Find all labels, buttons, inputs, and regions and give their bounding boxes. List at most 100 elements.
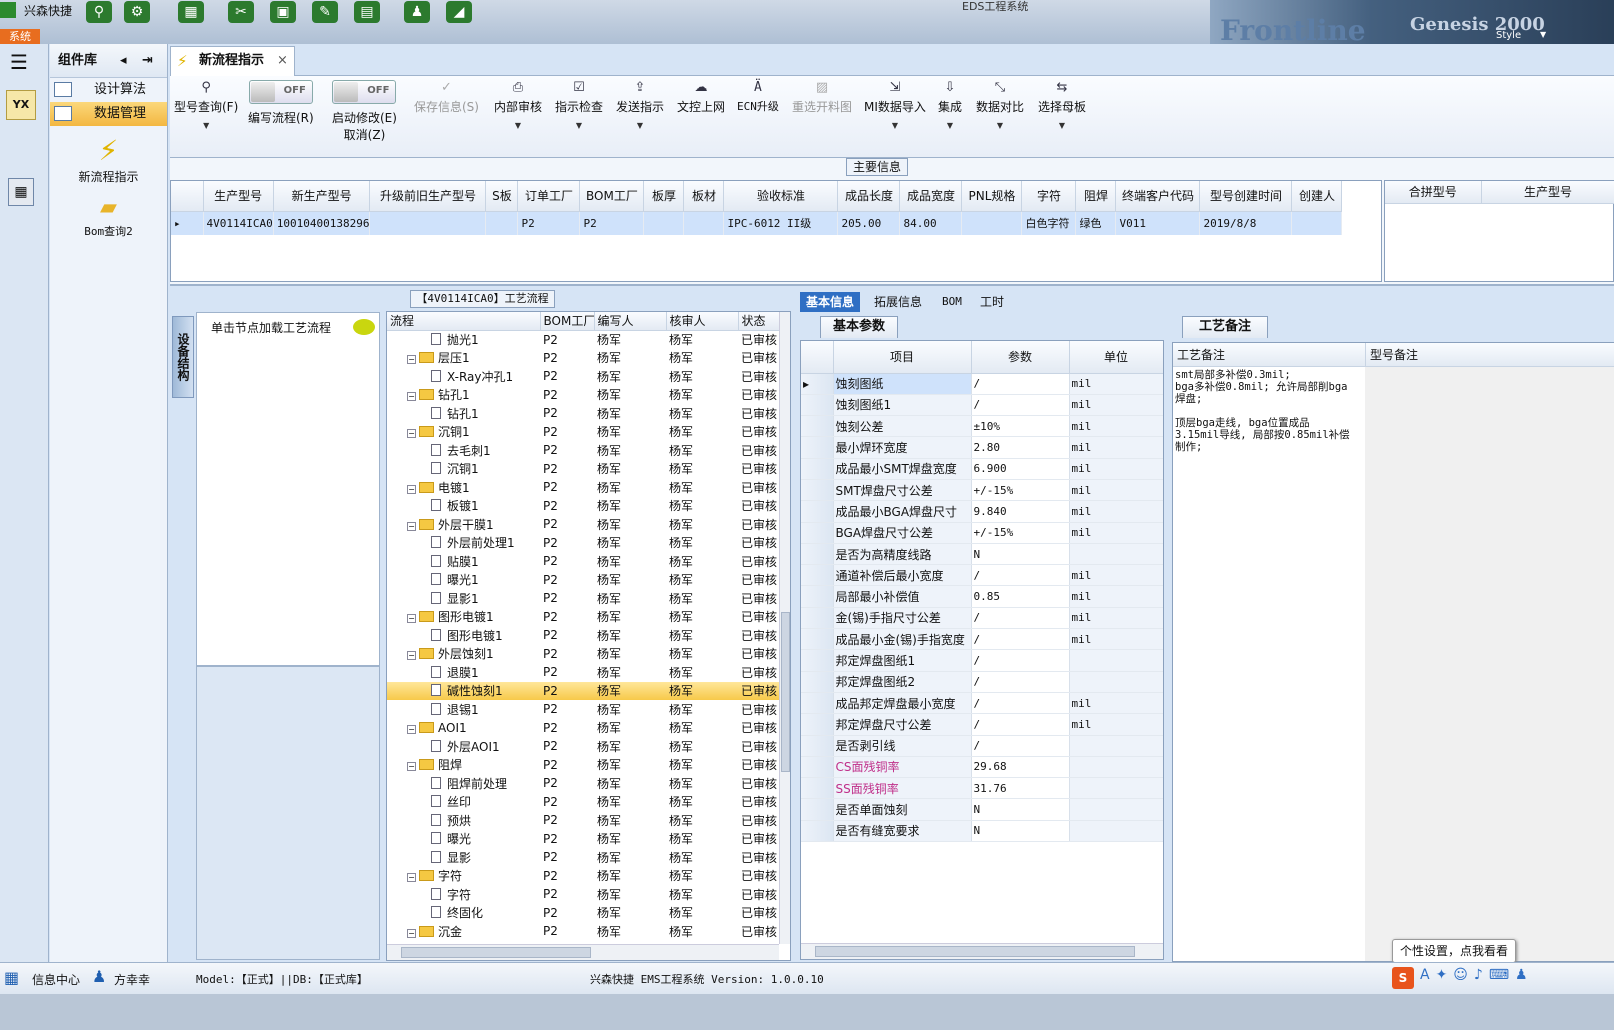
row-header[interactable] (801, 543, 834, 566)
param-row[interactable]: 成品最小金(锡)手指宽度 / mil (801, 628, 1163, 651)
flow-row[interactable]: 显影1 P2 杨军 杨军 已审核 (387, 589, 779, 608)
param-value[interactable]: 29.68 (971, 756, 1070, 779)
select-master-button[interactable]: ⇆ 选择母板 ▼ (1038, 80, 1086, 130)
flow-node[interactable]: − 图形电镀1 (387, 608, 540, 627)
row-header[interactable] (801, 479, 834, 502)
collapse-icon[interactable]: − (407, 651, 416, 661)
flow-row[interactable]: − 沉金 P2 杨军 杨军 已审核 (387, 922, 779, 941)
flow-node[interactable]: 贴膜1 (387, 552, 540, 571)
node-panel[interactable]: 单击节点加载工艺流程 (196, 312, 380, 666)
toggle-switch[interactable]: OFF (332, 80, 397, 104)
flow-row[interactable]: 抛光1 P2 杨军 杨军 已审核 (387, 330, 779, 349)
column-header[interactable]: 单位 (1069, 341, 1163, 374)
param-row[interactable]: 是否为高精度线路 N (801, 543, 1163, 566)
horizontal-scrollbar[interactable] (801, 943, 1163, 959)
integrate-button[interactable]: ⇩ 集成 ▼ (938, 80, 962, 130)
flow-row[interactable]: 丝印 P2 杨军 杨军 已审核 (387, 793, 779, 812)
flow-row[interactable]: 曝光1 P2 杨军 杨军 已审核 (387, 571, 779, 590)
mi-import-button[interactable]: ⇲ MI数据导入 ▼ (864, 80, 926, 130)
flow-node[interactable]: − 沉金 (387, 922, 540, 941)
row-header[interactable] (801, 649, 834, 672)
tab-bom[interactable]: BOM (936, 292, 968, 312)
tab-basic-info[interactable]: 基本信息 (800, 292, 861, 312)
params-tab[interactable]: 基本参数 (820, 316, 898, 338)
flow-row[interactable]: 贴膜1 P2 杨军 杨军 已审核 (387, 552, 779, 571)
scrollbar-thumb[interactable] (815, 946, 1135, 957)
column-header[interactable]: 成品长度 (837, 181, 901, 212)
info-center-link[interactable]: 信息中心 (32, 971, 80, 988)
user-icon[interactable]: ♟ (404, 1, 430, 23)
chevron-left-icon[interactable]: ◂ (120, 44, 127, 78)
param-value[interactable]: 2.80 (971, 436, 1070, 459)
flow-node[interactable]: 去毛刺1 (387, 441, 540, 460)
column-header[interactable]: 阻焊 (1075, 181, 1117, 212)
style-menu[interactable]: Style (1496, 30, 1521, 41)
scissors-icon[interactable]: ✂ (228, 1, 254, 23)
model-remark-area[interactable] (1365, 367, 1614, 961)
param-value[interactable]: / (971, 373, 1070, 395)
flow-row[interactable]: 外层前处理1 P2 杨军 杨军 已审核 (387, 534, 779, 553)
calculator-icon[interactable]: ▦ (8, 178, 34, 206)
param-value[interactable]: 6.900 (971, 458, 1070, 480)
flow-node[interactable]: 显影 (387, 848, 540, 867)
param-row[interactable]: SS面残铜率 31.76 (801, 777, 1163, 800)
param-row[interactable]: SMT焊盘尺寸公差 +/-15% mil (801, 479, 1163, 502)
flow-node[interactable]: − 字符 (387, 867, 540, 886)
edit-icon[interactable]: ✎ (312, 1, 338, 23)
flow-row[interactable]: 终固化 P2 杨军 杨军 已审核 (387, 904, 779, 923)
send-instruction-button[interactable]: ⇪ 发送指示 ▼ (616, 80, 664, 130)
column-header[interactable]: 新生产型号 (273, 181, 371, 212)
column-header[interactable]: 成品宽度 (899, 181, 963, 212)
column-header[interactable]: 板材 (683, 181, 725, 212)
row-header[interactable] (801, 777, 834, 800)
flow-node[interactable]: 抛光1 (387, 330, 540, 349)
flow-node[interactable]: 图形电镀1 (387, 626, 540, 645)
collapse-icon[interactable]: − (407, 392, 416, 402)
param-value[interactable]: / (971, 628, 1070, 651)
column-header[interactable]: 合拼型号 (1385, 181, 1482, 204)
flow-row[interactable]: 退膜1 P2 杨军 杨军 已审核 (387, 663, 779, 682)
column-header[interactable]: 项目 (833, 341, 972, 374)
param-value[interactable]: ±10% (971, 415, 1070, 438)
param-value[interactable]: / (971, 564, 1070, 587)
table-row[interactable]: ▸ 4V0114ICA0 10010400138296 P2 P2 IPC-60… (171, 211, 1343, 235)
param-row[interactable]: 蚀刻图纸1/mil (801, 394, 1163, 417)
collapse-icon[interactable]: − (407, 614, 416, 624)
row-header[interactable] (801, 820, 834, 843)
column-header[interactable]: 生产型号 (1481, 181, 1614, 204)
column-header[interactable]: 终端客户代码 (1115, 181, 1201, 212)
reselect-image-button[interactable]: ▨ 重选开料图 (792, 80, 852, 115)
param-value[interactable]: / (971, 692, 1070, 715)
param-row[interactable]: 是否单面蚀刻 N (801, 798, 1163, 821)
flow-row[interactable]: 沉铜1 P2 杨军 杨军 已审核 (387, 460, 779, 479)
save-info-button[interactable]: ✓ 保存信息(S) (414, 80, 479, 115)
ime-logo-icon[interactable]: S (1392, 967, 1414, 989)
column-header[interactable]: PNL规格 (961, 181, 1023, 212)
flow-node[interactable]: − AOI1 (387, 719, 540, 738)
process-remark-text[interactable]: smt局部多补偿0.3mil; bga多补偿0.8mil; 允许局部削bga焊盘… (1175, 369, 1351, 453)
column-header[interactable]: 状态 (738, 312, 780, 331)
remarks-tab[interactable]: 工艺备注 (1182, 316, 1268, 338)
param-value[interactable]: / (971, 394, 1070, 417)
param-value[interactable]: +/-15% (971, 522, 1070, 544)
component-item-data-management[interactable]: 数据管理 (50, 102, 167, 126)
flow-node[interactable]: 显影1 (387, 589, 540, 608)
collapse-icon[interactable]: − (407, 521, 416, 531)
row-header[interactable] (801, 415, 834, 438)
flow-row[interactable]: 阻焊前处理 P2 杨军 杨军 已审核 (387, 774, 779, 793)
column-header[interactable]: 流程 (387, 312, 541, 331)
collapse-icon[interactable]: − (407, 484, 416, 494)
side-tab-equipment[interactable]: 设备结构 (172, 316, 194, 398)
column-header[interactable]: 字符 (1021, 181, 1077, 212)
collapse-icon[interactable]: − (407, 873, 416, 883)
flow-node[interactable]: 退膜1 (387, 663, 540, 682)
flow-node[interactable]: 字符 (387, 885, 540, 904)
flow-row[interactable]: 字符 P2 杨军 杨军 已审核 (387, 885, 779, 904)
column-header[interactable]: 型号创建时间 (1199, 181, 1293, 212)
flow-node[interactable]: − 电镀1 (387, 478, 540, 497)
toggle-switch[interactable]: OFF (248, 80, 313, 104)
scrollbar-thumb[interactable] (401, 947, 591, 958)
grid-icon[interactable]: ▤ (354, 1, 380, 23)
table-icon[interactable]: ▦ (178, 1, 204, 23)
model-query-button[interactable]: ⚲ 型号查询(F) ▼ (174, 80, 238, 130)
